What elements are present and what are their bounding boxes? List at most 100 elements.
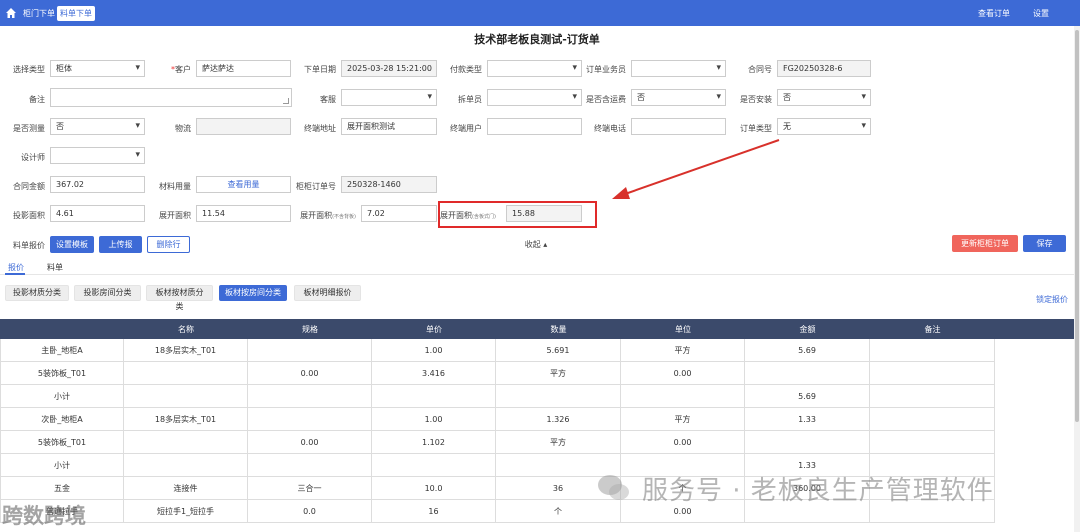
logistics-input[interactable] (196, 118, 291, 135)
table-cell: 5.69 (745, 385, 870, 408)
salesperson-label: 订单业务员 (586, 65, 626, 74)
customer-input[interactable]: 萨达萨达 (196, 60, 291, 77)
filter-projection-material[interactable]: 投影材质分类 (5, 285, 69, 301)
header-amount: 金额 (799, 325, 816, 334)
service-dropdown[interactable] (341, 89, 437, 106)
contract-amount-input[interactable]: 367.02 (50, 176, 145, 193)
header-remark: 备注 (924, 325, 941, 334)
filter-board-detail[interactable]: 板材明细报价 (294, 285, 361, 301)
cabinet-order-no-input[interactable]: 250328-1460 (341, 176, 437, 193)
logistics-label: 物流 (175, 124, 191, 133)
settings-link[interactable]: 设置 (1033, 8, 1049, 19)
table-cell (870, 339, 995, 362)
table-cell (124, 431, 248, 454)
expand-area-label: 展开面积 (159, 211, 191, 220)
end-address-input[interactable]: 展开面积测试 (341, 118, 437, 135)
table-cell: 3.416 (372, 362, 496, 385)
salesperson-dropdown[interactable] (631, 60, 726, 77)
table-cell (496, 385, 621, 408)
contract-no-input[interactable]: FG20250328-6 (777, 60, 871, 77)
page-scrollbar[interactable] (1074, 26, 1080, 532)
table-cell (372, 454, 496, 477)
table-cell: 小计 (0, 385, 124, 408)
shipping-dropdown[interactable]: 否 (631, 89, 726, 106)
table-cell (621, 385, 745, 408)
table-cell (870, 385, 995, 408)
upload-quote-button[interactable]: 上传报价 (99, 236, 142, 264)
expand-area-nb-input[interactable]: 7.02 (361, 205, 437, 222)
splitter-label: 拆单员 (458, 95, 482, 104)
end-user-input[interactable] (487, 118, 582, 135)
cabinet-order-no-label: 柜柜订单号 (296, 182, 336, 191)
table-cell (372, 385, 496, 408)
table-cell: 0.0 (248, 500, 372, 523)
lock-quote-link[interactable]: 锁定报价 (1026, 294, 1068, 305)
view-usage-link[interactable]: 查看用量 (196, 176, 291, 193)
remark-textarea[interactable] (50, 88, 292, 107)
header-unit: 单位 (675, 325, 691, 334)
delete-row-button[interactable]: 删除行 (147, 236, 190, 253)
collapse-toggle[interactable]: 收起 ▴ (516, 239, 556, 250)
select-type-dropdown[interactable]: 柜体 (50, 60, 145, 77)
tab-cabinet-door-order[interactable]: 柜门下单 (20, 6, 58, 21)
quote-label: 料单报价 (13, 241, 45, 250)
tab-material-list[interactable]: 料单 (47, 262, 63, 273)
table-cell (870, 362, 995, 385)
measure-dropdown[interactable]: 否 (50, 118, 145, 135)
customer-label: *客户 (171, 65, 191, 74)
scrollbar-thumb[interactable] (1075, 30, 1079, 422)
table-cell (870, 431, 995, 454)
table-cell: 5装饰板_T01 (0, 362, 124, 385)
table-cell: 1.00 (372, 339, 496, 362)
order-kind-label: 订单类型 (740, 124, 772, 133)
proj-area-label: 投影面积 (13, 211, 45, 220)
filter-board-material[interactable]: 板材按材质分类 (146, 285, 213, 311)
page-title: 技术部老板良测试-订货单 (474, 33, 600, 46)
end-phone-input[interactable] (631, 118, 726, 135)
install-dropdown[interactable]: 否 (777, 89, 871, 106)
filter-projection-room[interactable]: 投影房间分类 (74, 285, 141, 301)
save-button[interactable]: 保存 (1023, 235, 1066, 252)
order-date-input[interactable]: 2025-03-28 15:21:00 (341, 60, 437, 77)
table-cell: 1.33 (745, 408, 870, 431)
table-cell: 平方 (621, 339, 745, 362)
remark-label: 备注 (29, 95, 45, 104)
proj-area-input[interactable]: 4.61 (50, 205, 145, 222)
tab-material-order[interactable]: 料单下单 (57, 6, 95, 21)
designer-dropdown[interactable] (50, 147, 145, 164)
table-cell (745, 362, 870, 385)
end-address-label: 终端地址 (304, 124, 336, 133)
table-cell: 1.00 (372, 408, 496, 431)
header-quantity: 数量 (550, 325, 567, 334)
table-cell: 16 (372, 500, 496, 523)
home-icon[interactable] (5, 7, 17, 19)
tab-quote[interactable]: 报价 (8, 262, 24, 273)
splitter-dropdown[interactable] (487, 89, 582, 106)
watermark-text-2: 跨数跨境 (2, 504, 86, 528)
contract-amount-label: 合同金额 (13, 182, 45, 191)
set-template-button[interactable]: 设置模板 (50, 236, 94, 253)
table-cell: 18多层实木_T01 (124, 408, 248, 431)
table-cell: 0.00 (621, 431, 745, 454)
payment-type-dropdown[interactable] (487, 60, 582, 77)
table-cell: 5.691 (496, 339, 621, 362)
expand-area-nb-label: 展开面积(不含背板) (300, 211, 356, 220)
end-phone-label: 终端电话 (594, 124, 626, 133)
refresh-cabinet-order-button[interactable]: 更新柜柜订单 (952, 235, 1018, 252)
table-cell: 1.326 (496, 408, 621, 431)
table-cell: 五金 (0, 477, 124, 500)
table-cell: 平方 (621, 408, 745, 431)
table-cell (248, 339, 372, 362)
designer-label: 设计师 (21, 153, 45, 162)
filter-board-room[interactable]: 板材按房间分类 (219, 285, 287, 301)
order-kind-dropdown[interactable]: 无 (777, 118, 871, 135)
table-cell: 0.00 (248, 431, 372, 454)
table-cell (248, 454, 372, 477)
table-cell: 10.0 (372, 477, 496, 500)
table-header: 名称 规格 单价 数量 单位 金额 备注 (0, 319, 1074, 339)
service-label: 客服 (320, 95, 336, 104)
view-orders-link[interactable]: 查看订单 (978, 8, 1010, 19)
header-unit-price: 单价 (426, 325, 442, 334)
expand-area-input[interactable]: 11.54 (196, 205, 291, 222)
highlight-box (438, 201, 597, 228)
